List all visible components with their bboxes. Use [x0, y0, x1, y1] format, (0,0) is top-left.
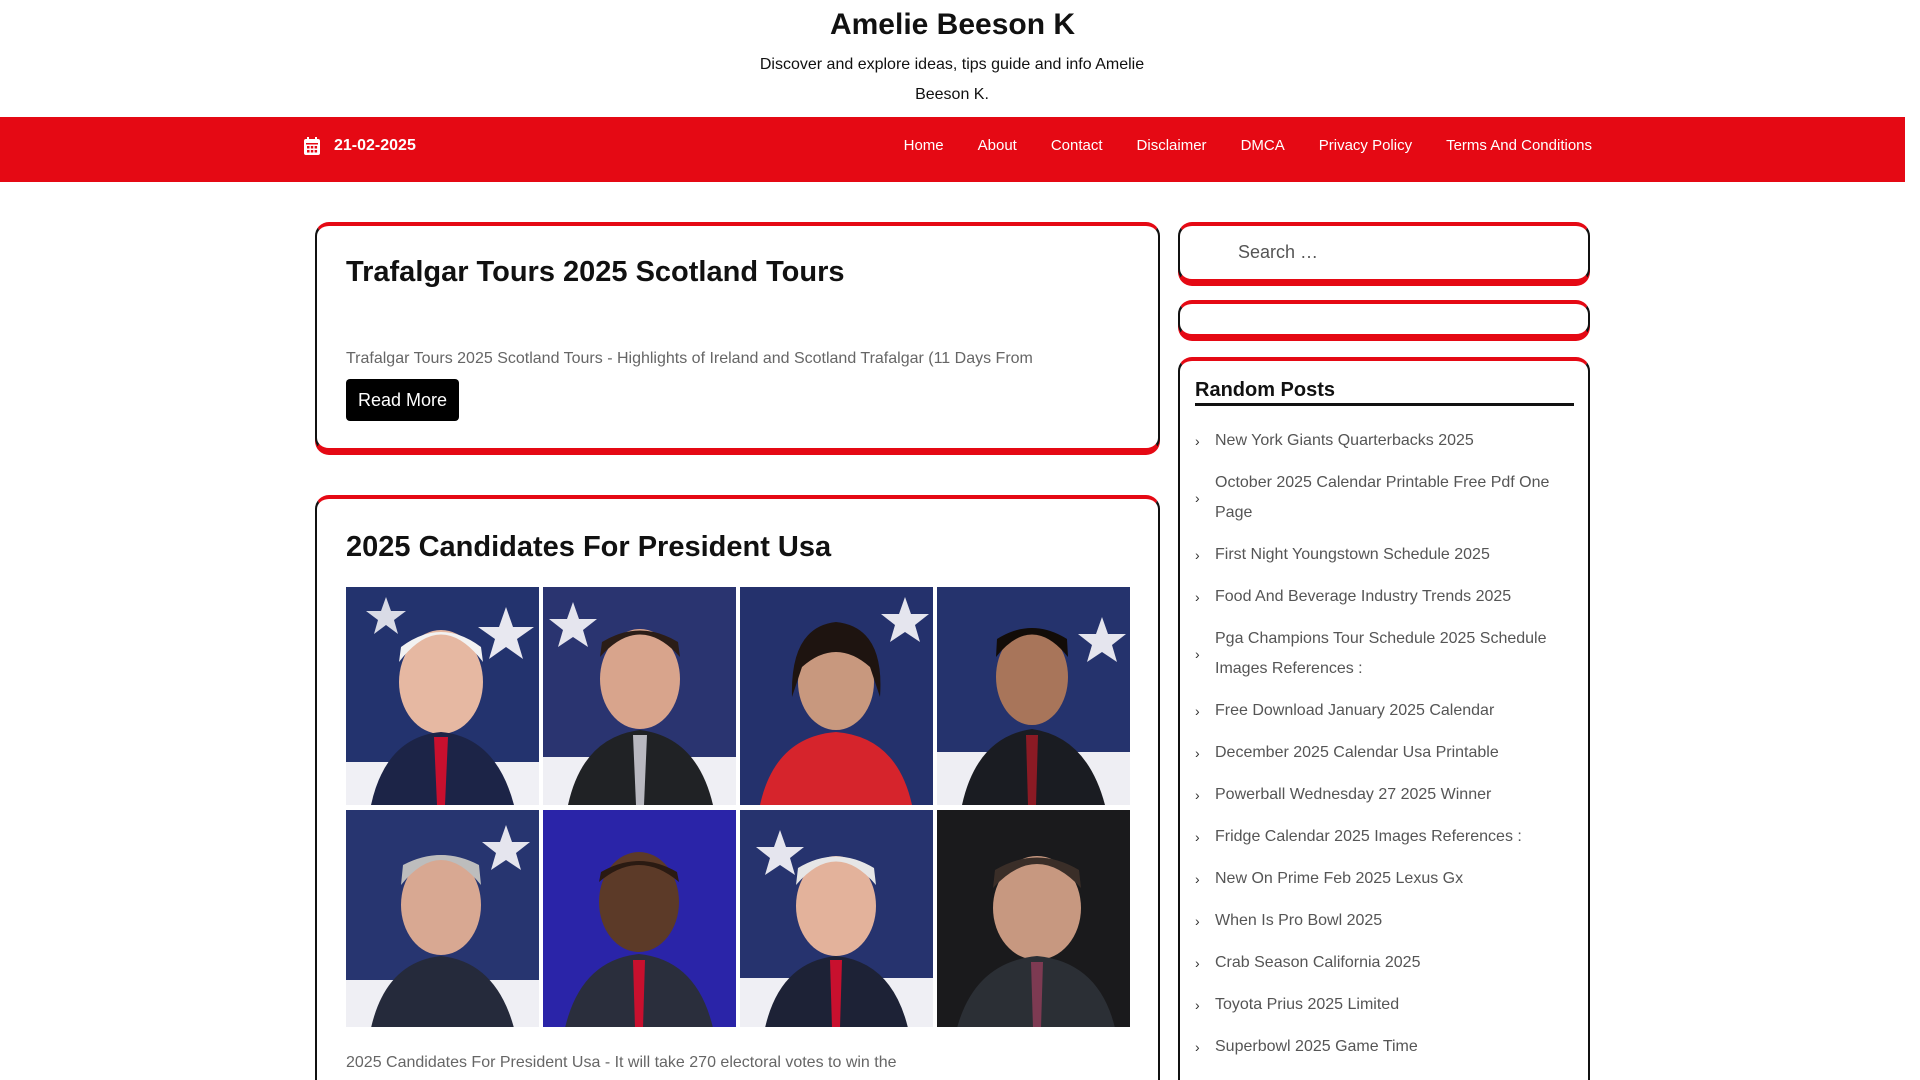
- random-posts-list: › New York Giants Quarterbacks 2025 › Octo…: [1195, 426, 1574, 1074]
- random-post-link[interactable]: › Food And Beverage Industry Trends 2025: [1195, 582, 1574, 612]
- chevron-right-icon: ›: [1195, 490, 1200, 506]
- random-post-link[interactable]: › Superbowl 2025 Game Time: [1195, 1032, 1574, 1062]
- random-post-link[interactable]: › December 2025 Calendar Usa Printable: [1195, 738, 1574, 768]
- chevron-right-icon: ›: [1195, 997, 1200, 1013]
- random-post-link[interactable]: › Fridge Calendar 2025 Images References …: [1195, 822, 1574, 852]
- random-post-link[interactable]: › October 2025 Calendar Printable Free Pd…: [1195, 468, 1574, 528]
- chevron-right-icon: ›: [1195, 589, 1200, 605]
- random-posts-widget: Random Posts › New York Giants Quarterbac…: [1178, 357, 1590, 1080]
- chevron-right-icon: ›: [1195, 871, 1200, 887]
- chevron-right-icon: ›: [1195, 433, 1200, 449]
- candidate-photo-grid: [346, 587, 1130, 1027]
- site-tagline: Discover and explore ideas, tips guide a…: [759, 56, 1145, 103]
- random-post-link[interactable]: › Pga Champions Tour Schedule 2025 Schedu…: [1195, 624, 1574, 684]
- chevron-right-icon: ›: [1195, 913, 1200, 929]
- chevron-right-icon: ›: [1195, 703, 1200, 719]
- date-text: 21-02-2025: [334, 137, 416, 154]
- random-post-link[interactable]: › New York Giants Quarterbacks 2025: [1195, 426, 1574, 456]
- random-post-link[interactable]: › When Is Pro Bowl 2025: [1195, 906, 1574, 936]
- nav-date: 21-02-2025: [304, 137, 416, 155]
- candidate-photo[interactable]: [740, 587, 933, 805]
- chevron-right-icon: ›: [1195, 745, 1200, 761]
- calendar-icon: [304, 137, 320, 155]
- candidate-photo[interactable]: [543, 587, 736, 805]
- nav-terms[interactable]: Terms And Conditions: [1446, 137, 1592, 154]
- random-post-link[interactable]: › New On Prime Feb 2025 Lexus Gx: [1195, 864, 1574, 894]
- empty-widget: [1178, 300, 1590, 338]
- chevron-right-icon: ›: [1195, 955, 1200, 971]
- nav-privacy-policy[interactable]: Privacy Policy: [1319, 137, 1412, 154]
- random-post-link[interactable]: › Crab Season California 2025: [1195, 948, 1574, 978]
- random-post-link[interactable]: › First Night Youngstown Schedule 2025: [1195, 540, 1574, 570]
- main-navbar: 21-02-2025 Home About Contact Disclaimer…: [0, 117, 1905, 182]
- post-excerpt: Trafalgar Tours 2025 Scotland Tours - Hi…: [346, 350, 1033, 367]
- random-post-link[interactable]: › Toyota Prius 2025 Limited: [1195, 990, 1574, 1020]
- read-more-button[interactable]: Read More: [346, 379, 459, 421]
- candidate-photo[interactable]: [346, 587, 539, 805]
- nav-disclaimer[interactable]: Disclaimer: [1137, 137, 1207, 154]
- random-post-link[interactable]: › Powerball Wednesday 27 2025 Winner: [1195, 780, 1574, 810]
- candidate-photo[interactable]: [937, 810, 1130, 1027]
- post-card: Trafalgar Tours 2025 Scotland Tours Traf…: [315, 222, 1160, 452]
- random-posts-title: Random Posts: [1195, 379, 1574, 406]
- post-card: 2025 Candidates For President Usa 2025 C…: [315, 495, 1160, 1080]
- post-title[interactable]: 2025 Candidates For President Usa: [346, 531, 831, 564]
- nav-contact[interactable]: Contact: [1051, 137, 1103, 154]
- chevron-right-icon: ›: [1195, 787, 1200, 803]
- random-post-link[interactable]: › Free Download January 2025 Calendar: [1195, 696, 1574, 726]
- site-header: Amelie Beeson K Discover and explore ide…: [0, 0, 1905, 117]
- search-widget: [1178, 222, 1590, 283]
- post-excerpt: 2025 Candidates For President Usa - It w…: [346, 1054, 897, 1071]
- nav-about[interactable]: About: [978, 137, 1017, 154]
- nav-menu: Home About Contact Disclaimer DMCA Priva…: [870, 137, 1592, 154]
- candidate-photo[interactable]: [740, 810, 933, 1027]
- nav-dmca[interactable]: DMCA: [1241, 137, 1285, 154]
- chevron-right-icon: ›: [1195, 547, 1200, 563]
- site-title[interactable]: Amelie Beeson K: [0, 8, 1905, 42]
- chevron-right-icon: ›: [1195, 1039, 1200, 1055]
- candidate-photo[interactable]: [937, 587, 1130, 805]
- nav-home[interactable]: Home: [904, 137, 944, 154]
- search-input[interactable]: [1238, 242, 1558, 263]
- chevron-right-icon: ›: [1195, 646, 1200, 662]
- chevron-right-icon: ›: [1195, 829, 1200, 845]
- post-title[interactable]: Trafalgar Tours 2025 Scotland Tours: [346, 256, 845, 289]
- candidate-photo[interactable]: [346, 810, 539, 1027]
- candidate-photo[interactable]: [543, 810, 736, 1027]
